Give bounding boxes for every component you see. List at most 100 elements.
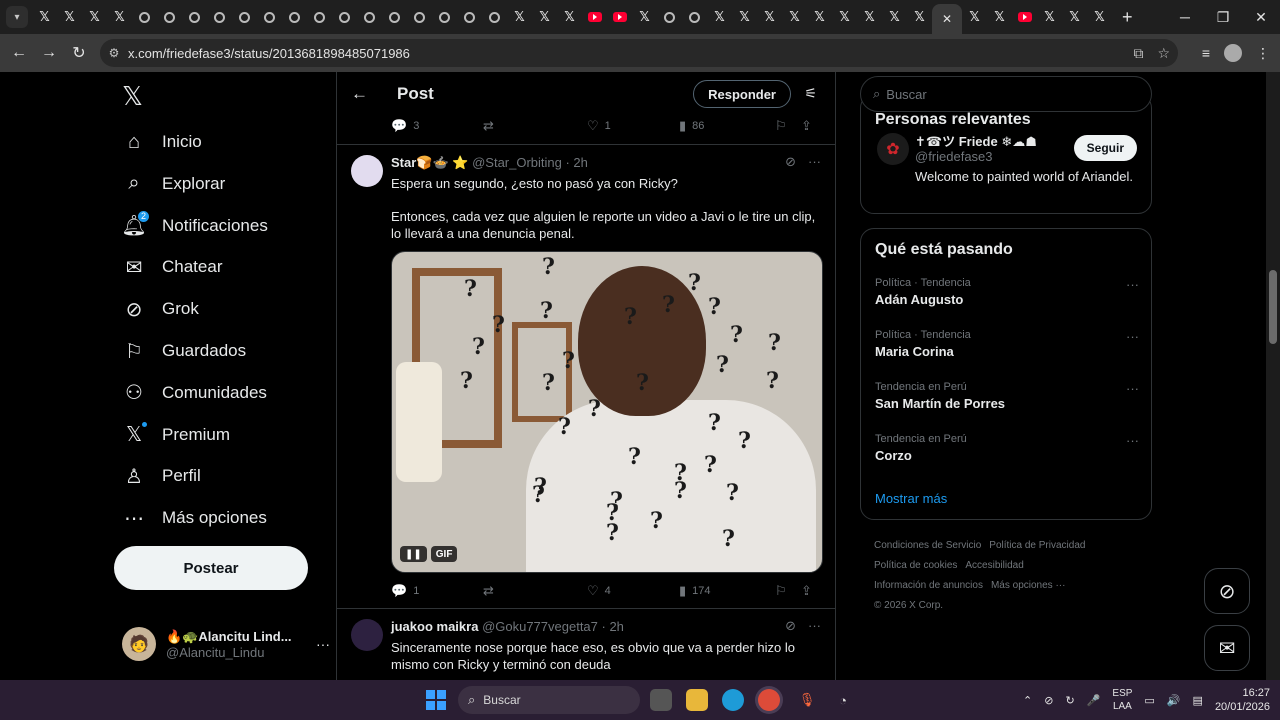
account-switcher[interactable]: 🧑 🔥🐢Alancitu Lind... @Alancitu_Lindu ··· [122, 624, 330, 664]
pause-icon[interactable]: ❚❚ [400, 546, 427, 562]
nav-item-explorar[interactable]: ⌕ Explorar [122, 166, 225, 202]
browser-tab[interactable]: 𝕏 [57, 4, 82, 30]
volume-icon[interactable]: 🔊 [1167, 694, 1181, 707]
nav-item-chatear[interactable]: ✉ Chatear [122, 249, 223, 285]
browser-tab[interactable] [157, 4, 182, 30]
browser-tab[interactable] [482, 4, 507, 30]
taskbar-search[interactable]: ⌕ Buscar [458, 686, 640, 714]
browser-tab[interactable] [307, 4, 332, 30]
back-arrow-icon[interactable]: ← [351, 84, 371, 104]
browser-tab[interactable] [282, 4, 307, 30]
browser-tab[interactable] [357, 4, 382, 30]
forward-icon[interactable]: → [34, 44, 64, 62]
browser-tab[interactable] [382, 4, 407, 30]
x-logo-icon[interactable]: 𝕏 [122, 82, 143, 112]
browser-menu-icon[interactable]: ⋮ [1256, 45, 1270, 62]
browser-tab[interactable]: 𝕏 [732, 4, 757, 30]
profile-avatar[interactable] [1224, 44, 1242, 62]
nav-item-comunidades[interactable]: ⚇ Comunidades [122, 375, 267, 411]
back-icon[interactable]: ← [4, 44, 34, 62]
person-name[interactable]: ✝☎ツ Friede ❄☁☗ [915, 131, 1037, 150]
browser-tab[interactable]: 𝕏 [907, 4, 932, 30]
avatar[interactable]: ✿ [877, 133, 909, 165]
browser-tab[interactable] [682, 4, 707, 30]
browser-tab[interactable]: 𝕏 [107, 4, 132, 30]
language-indicator[interactable]: ESP LAA [1112, 687, 1132, 713]
filter-icon[interactable]: ⚟ [804, 85, 817, 102]
windows-start-icon[interactable] [426, 690, 446, 710]
task-view-icon[interactable] [650, 689, 672, 711]
more-icon[interactable]: ··· [808, 618, 821, 634]
bookmark-action[interactable]: ⚐ [775, 584, 801, 599]
browser-tab[interactable] [232, 4, 257, 30]
scrollbar[interactable] [1266, 72, 1280, 680]
reply-action[interactable]: 💬 1 [391, 584, 483, 599]
file-explorer-icon[interactable] [686, 689, 708, 711]
browser-tab[interactable]: 𝕏 [782, 4, 807, 30]
browser-tab[interactable]: 𝕏 [832, 4, 857, 30]
bookmark-star-icon[interactable]: ☆ [1157, 45, 1170, 62]
battery-icon[interactable]: ▤ [1193, 694, 1203, 707]
like-action[interactable]: ♡ 1 [587, 119, 679, 134]
nav-item-guardados[interactable]: ⚐ Guardados [122, 333, 246, 369]
trend-item[interactable]: Tendencia en Perú Corzo ··· [875, 433, 1139, 463]
browser-tab[interactable]: 𝕏 [1087, 4, 1112, 30]
reply-button[interactable]: Responder [693, 80, 791, 108]
footer-link[interactable]: Accesibilidad [965, 560, 1023, 571]
browser-tab[interactable]: 𝕏 [32, 4, 57, 30]
nav-item-notificaciones[interactable]: 🔔︎ 2 Notificaciones [121, 208, 268, 244]
microphone-app-icon[interactable]: 🎙 [796, 689, 818, 711]
footer-link[interactable]: Condiciones de Servicio [874, 540, 981, 551]
gif-media[interactable]: ????????????????????????????????? ❚❚ GIF [391, 251, 823, 573]
share-action[interactable]: ⇪ [801, 119, 812, 134]
footer-link[interactable]: Política de Privacidad [989, 540, 1085, 551]
browser-tab[interactable] [407, 4, 432, 30]
browser-tab[interactable] [182, 4, 207, 30]
repost-action[interactable]: ⇄ [483, 119, 587, 134]
browser-tab[interactable] [582, 4, 607, 30]
author-name[interactable]: juakoo maikra [391, 619, 478, 634]
more-icon[interactable]: ··· [1126, 433, 1139, 448]
browser-tab[interactable]: 𝕏 [987, 4, 1012, 30]
person-handle[interactable]: @friedefase3 [915, 149, 993, 164]
reload-icon[interactable]: ↻ [64, 43, 94, 63]
browser-tab[interactable]: 𝕏 [1062, 4, 1087, 30]
browser-tab[interactable]: 𝕏 [532, 4, 557, 30]
browser-tab[interactable]: 𝕏 [807, 4, 832, 30]
author-handle[interactable]: @Star_Orbiting · 2h [472, 155, 588, 170]
nav-item-más-opciones[interactable]: ⋯ Más opciones [122, 500, 267, 536]
chevron-up-icon[interactable]: ⌃ [1023, 694, 1032, 707]
minimize-icon[interactable]: ─ [1166, 0, 1204, 34]
network-icon[interactable]: ⊘ [1044, 694, 1053, 707]
search-input[interactable]: ⌕ Buscar [860, 76, 1152, 112]
nav-item-grok[interactable]: ⊘ Grok [122, 291, 199, 327]
install-app-icon[interactable]: ⧉ [1133, 45, 1143, 62]
browser-tab[interactable]: 𝕏 [857, 4, 882, 30]
browser-tab[interactable] [657, 4, 682, 30]
more-icon[interactable]: ··· [1126, 329, 1139, 344]
bookmark-action[interactable]: ⚐ [775, 119, 801, 134]
site-info-icon[interactable]: ⚙ [100, 46, 128, 60]
browser-tab[interactable]: 𝕏 [882, 4, 907, 30]
browser-tab[interactable] [607, 4, 632, 30]
browser-tab[interactable]: 𝕏 [632, 4, 657, 30]
close-window-icon[interactable]: ✕ [1242, 0, 1280, 34]
nav-item-inicio[interactable]: ⌂ Inicio [122, 124, 202, 160]
avatar[interactable] [351, 619, 383, 651]
edge-icon[interactable] [722, 689, 744, 711]
more-icon[interactable]: ··· [1126, 381, 1139, 396]
browser-tab[interactable]: 𝕏 [82, 4, 107, 30]
grok-icon[interactable]: ⊘ [785, 618, 796, 634]
nav-item-perfil[interactable]: ♙ Perfil [122, 458, 201, 494]
more-icon[interactable]: ··· [808, 154, 821, 170]
browser-tab[interactable] [432, 4, 457, 30]
url-text[interactable]: x.com/friedefase3/status/201368189848507… [128, 46, 410, 61]
chrome-icon[interactable] [758, 689, 780, 711]
browser-tab[interactable] [457, 4, 482, 30]
footer-link[interactable]: Información de anuncios [874, 580, 983, 591]
mic-icon[interactable]: 🎤 [1087, 694, 1101, 707]
browser-tab[interactable]: 𝕏 [707, 4, 732, 30]
like-action[interactable]: ♡ 4 [587, 584, 679, 599]
new-tab-button[interactable]: + [1122, 7, 1133, 28]
browser-tab[interactable]: 𝕏 [757, 4, 782, 30]
